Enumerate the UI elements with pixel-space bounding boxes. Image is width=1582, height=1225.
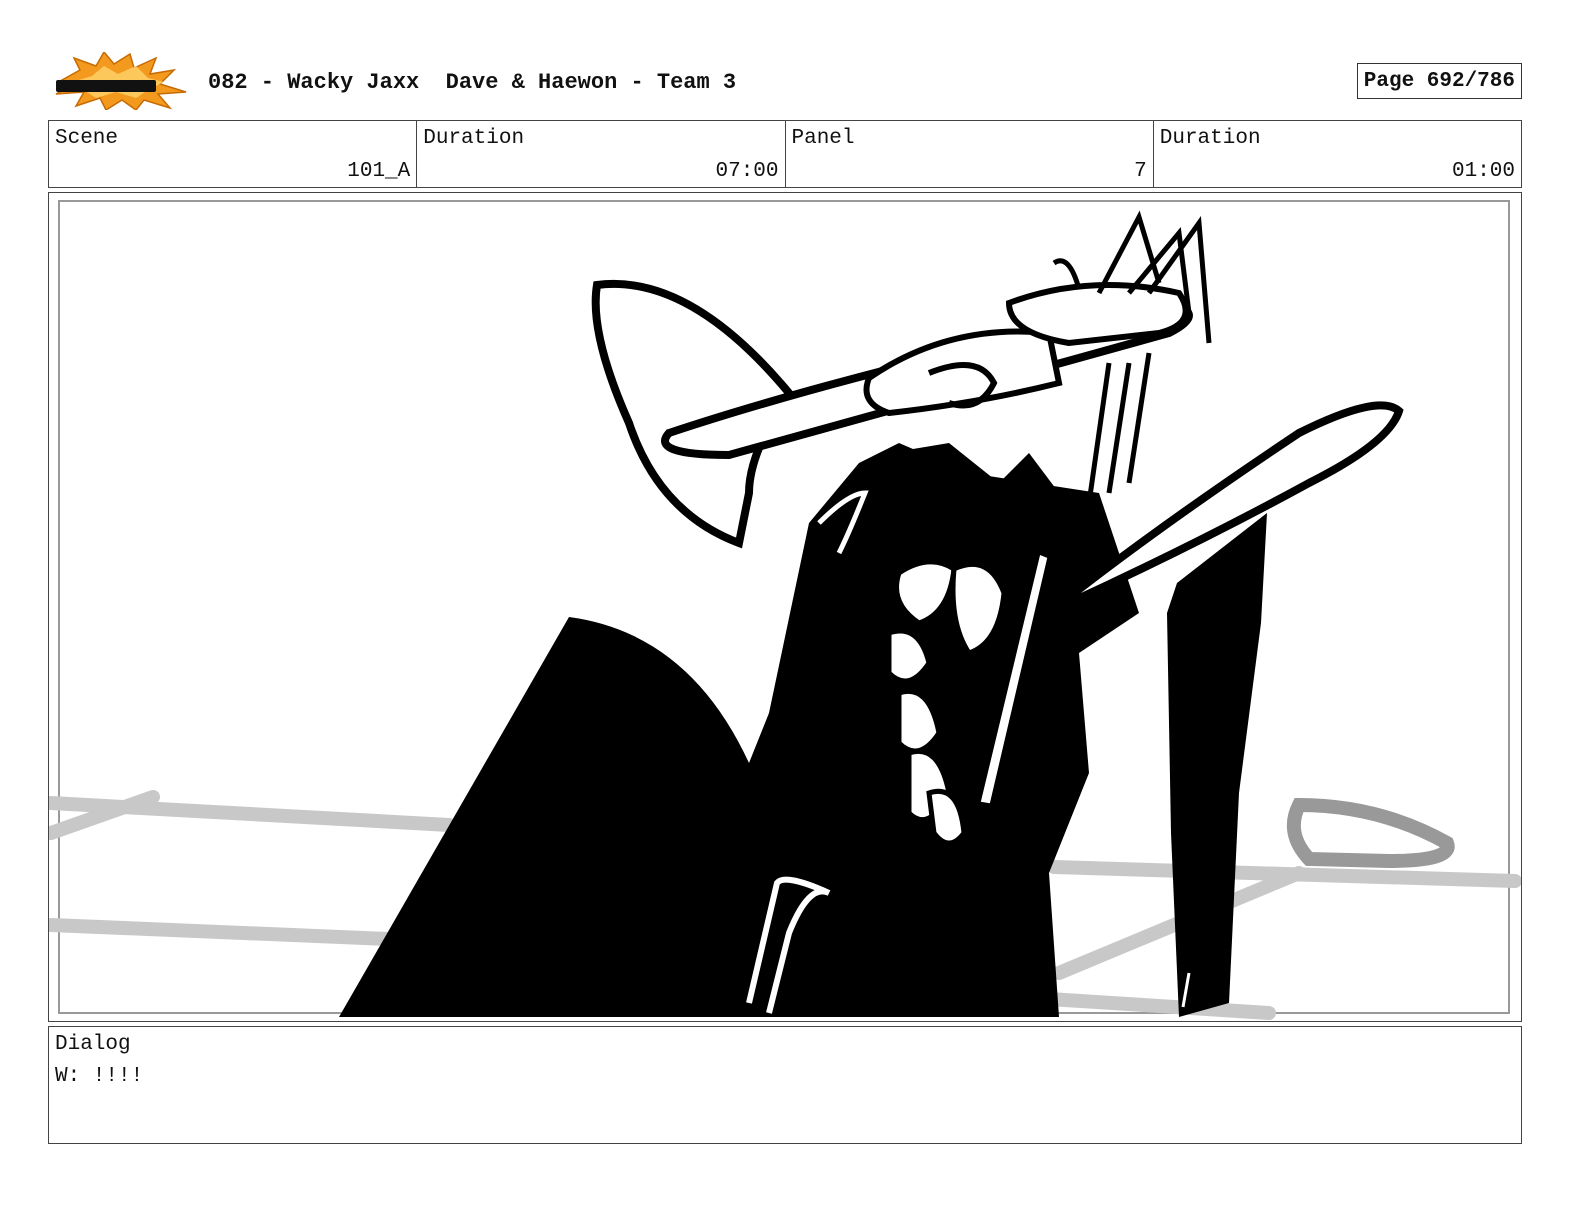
scene-duration-cell: Duration 07:00 bbox=[417, 121, 786, 187]
scene-label: Scene bbox=[55, 127, 119, 150]
storyboard-panel bbox=[48, 192, 1522, 1022]
panel-label: Panel bbox=[791, 127, 855, 150]
floor-object bbox=[1286, 797, 1455, 869]
toonboom-logo bbox=[55, 52, 187, 110]
scene-duration-label: Duration bbox=[423, 127, 525, 150]
motion-lines bbox=[1086, 352, 1152, 504]
panel-duration-cell: Duration 01:00 bbox=[1154, 121, 1521, 187]
dialog-label: Dialog bbox=[55, 1033, 131, 1056]
storyboard-title: 082 - Wacky Jaxx Dave & Haewon - Team 3 bbox=[208, 70, 737, 95]
panel-info-row: Scene 101_A Duration 07:00 Panel 7 Durat… bbox=[48, 120, 1522, 188]
panel-drawing bbox=[49, 200, 1521, 1020]
storyboard-header: 082 - Wacky Jaxx Dave & Haewon - Team 3 … bbox=[48, 50, 1522, 112]
scene-duration-value: 07:00 bbox=[715, 160, 779, 183]
panel-duration-value: 01:00 bbox=[1451, 160, 1515, 183]
page-indicator: Page 692/786 bbox=[1356, 63, 1522, 99]
panel-cell: Panel 7 bbox=[786, 121, 1154, 187]
dialog-text: W: !!!! bbox=[55, 1065, 144, 1088]
panel-duration-label: Duration bbox=[1159, 127, 1261, 150]
dialog-box: Dialog W: !!!! bbox=[48, 1026, 1522, 1144]
leg bbox=[1167, 513, 1267, 1017]
hat-crown bbox=[863, 328, 1063, 417]
scene-cell: Scene 101_A bbox=[49, 121, 418, 187]
panel-value: 7 bbox=[1134, 160, 1147, 183]
scene-value: 101_A bbox=[347, 160, 411, 183]
